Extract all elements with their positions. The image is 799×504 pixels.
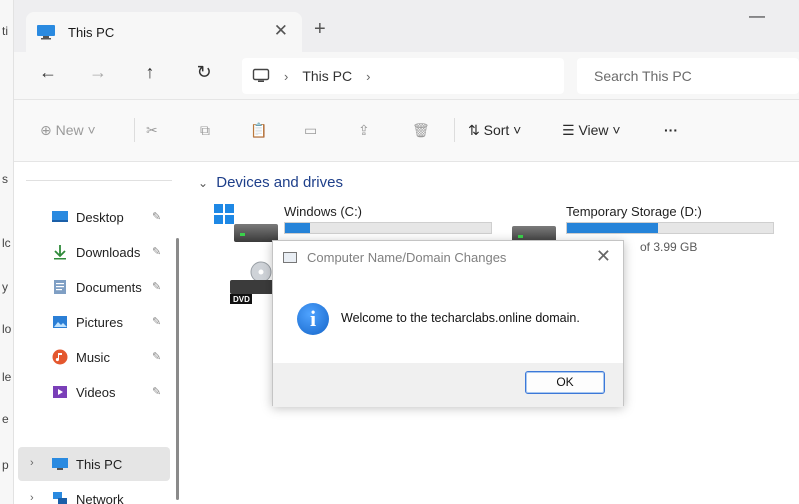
chevron-right-icon[interactable]: › <box>30 492 34 504</box>
address-bar[interactable]: › This PC › <box>242 58 564 94</box>
info-icon: i <box>297 303 329 335</box>
new-button[interactable]: ⊕ New ˅ <box>40 122 96 139</box>
rename-icon[interactable]: ▭ <box>304 122 317 139</box>
forward-button[interactable]: → <box>84 62 112 83</box>
window-icon <box>283 252 297 263</box>
divider <box>454 118 455 142</box>
drive-name: Windows (C:) <box>284 204 363 219</box>
drive-free-space: of 3.99 GB <box>640 240 698 254</box>
desktop-icon <box>52 211 68 222</box>
sidebar-item-pictures[interactable]: Pictures ✎ <box>14 305 174 339</box>
sort-button[interactable]: ⇅ Sort ˅ <box>468 122 521 139</box>
tab-this-pc[interactable]: This PC ✕ <box>26 12 302 52</box>
sidebar-item-desktop[interactable]: Desktop ✎ <box>14 200 174 234</box>
more-options-button[interactable]: ··· <box>664 122 678 138</box>
navigation-pane: Desktop ✎ Downloads ✎ Documents ✎ Pictur… <box>14 162 184 504</box>
close-tab-icon[interactable]: ✕ <box>274 21 288 41</box>
sidebar-item-music[interactable]: Music ✎ <box>14 340 174 374</box>
sidebar-item-label: Desktop <box>76 210 124 225</box>
section-header-devices[interactable]: ⌄ Devices and drives <box>198 174 343 191</box>
edge-letter: le <box>2 370 12 384</box>
sidebar-item-label: Downloads <box>76 245 141 260</box>
chevron-down-icon: ⌄ <box>198 176 209 190</box>
edge-letter: e <box>2 412 9 426</box>
drive-usage-bar <box>284 222 492 234</box>
edge-letter: y <box>2 280 8 294</box>
drive-usage-fill <box>285 223 310 233</box>
pictures-icon <box>53 316 67 328</box>
this-pc-icon <box>52 458 68 470</box>
close-icon[interactable]: ✕ <box>596 246 611 267</box>
section-title: Devices and drives <box>216 174 343 191</box>
drive-usage-fill <box>567 223 658 233</box>
search-input[interactable]: Search This PC <box>577 58 799 94</box>
cut-icon[interactable]: ✂ <box>146 122 158 139</box>
pin-icon: ✎ <box>152 316 162 328</box>
pin-icon: ✎ <box>152 386 162 398</box>
background-window-edge: ti s lc y lo le e p <box>0 0 14 504</box>
copy-icon[interactable]: ⧉ <box>200 122 210 139</box>
pin-icon: ✎ <box>152 246 162 258</box>
paste-icon[interactable]: 📋 <box>250 122 267 139</box>
address-row: ← → ↑ ↻ › This PC › Search This PC <box>14 52 799 100</box>
monitor-icon <box>252 68 270 82</box>
edge-letter: ti <box>2 24 8 38</box>
dialog-footer: OK <box>273 363 623 407</box>
pin-icon: ✎ <box>152 351 162 363</box>
share-icon[interactable]: ⇪ <box>358 122 370 139</box>
documents-icon <box>54 280 66 294</box>
up-button[interactable]: ↑ <box>136 62 164 83</box>
drive-name: Temporary Storage (D:) <box>566 204 702 219</box>
breadcrumb-separator[interactable]: › <box>366 69 370 84</box>
sidebar-item-label: Music <box>76 350 110 365</box>
sidebar-item-label: Pictures <box>76 315 123 330</box>
sidebar-item-label: Documents <box>76 280 142 295</box>
domain-change-dialog: Computer Name/Domain Changes ✕ i Welcome… <box>272 240 624 407</box>
download-icon <box>54 245 66 260</box>
dialog-message: Welcome to the techarclabs.online domain… <box>341 311 580 325</box>
pin-icon: ✎ <box>152 281 162 293</box>
drive-usage-bar <box>566 222 774 234</box>
music-icon <box>52 349 68 365</box>
sidebar-item-downloads[interactable]: Downloads ✎ <box>14 235 174 269</box>
refresh-button[interactable]: ↻ <box>190 62 218 83</box>
sidebar-item-label: This PC <box>76 457 123 472</box>
sidebar-scrollbar[interactable] <box>176 238 179 500</box>
sidebar-item-network[interactable]: › Network <box>14 482 174 504</box>
breadcrumb-separator: › <box>284 68 289 84</box>
network-icon <box>53 492 67 504</box>
sidebar-item-videos[interactable]: Videos ✎ <box>14 375 174 409</box>
this-pc-icon <box>37 25 55 40</box>
dvd-label: DVD <box>233 295 250 304</box>
delete-icon[interactable]: 🗑 <box>412 122 430 139</box>
dialog-title: Computer Name/Domain Changes <box>307 250 507 265</box>
videos-icon <box>53 386 67 398</box>
sidebar-item-documents[interactable]: Documents ✎ <box>14 270 174 304</box>
minimize-button[interactable]: — <box>749 8 765 26</box>
dialog-body: i Welcome to the techarclabs.online doma… <box>273 273 623 363</box>
chevron-right-icon[interactable]: › <box>30 457 34 469</box>
edge-letter: p <box>2 458 9 472</box>
dialog-title-bar[interactable]: Computer Name/Domain Changes ✕ <box>273 241 623 273</box>
command-bar: ⊕ New ˅ ✂ ⧉ 📋 ▭ ⇪ 🗑 ⇅ Sort ˅ ☰ View ˅ ··… <box>14 100 799 162</box>
edge-letter: lo <box>2 322 12 336</box>
ok-button[interactable]: OK <box>525 371 605 394</box>
divider <box>134 118 135 142</box>
sidebar-item-this-pc[interactable]: › This PC <box>18 447 170 481</box>
tab-title: This PC <box>68 24 115 40</box>
edge-letter: s <box>2 172 8 186</box>
edge-letter: lc <box>2 236 11 250</box>
title-bar: This PC ✕ + — <box>14 0 799 52</box>
pin-icon: ✎ <box>152 211 162 223</box>
breadcrumb-this-pc[interactable]: This PC <box>302 68 352 84</box>
new-tab-button[interactable]: + <box>314 18 326 41</box>
sidebar-item-label: Videos <box>76 385 116 400</box>
view-button[interactable]: ☰ View ˅ <box>562 122 621 139</box>
divider <box>26 180 172 181</box>
back-button[interactable]: ← <box>34 62 62 83</box>
windows-logo-icon <box>214 204 234 224</box>
sidebar-item-label: Network <box>76 492 124 504</box>
